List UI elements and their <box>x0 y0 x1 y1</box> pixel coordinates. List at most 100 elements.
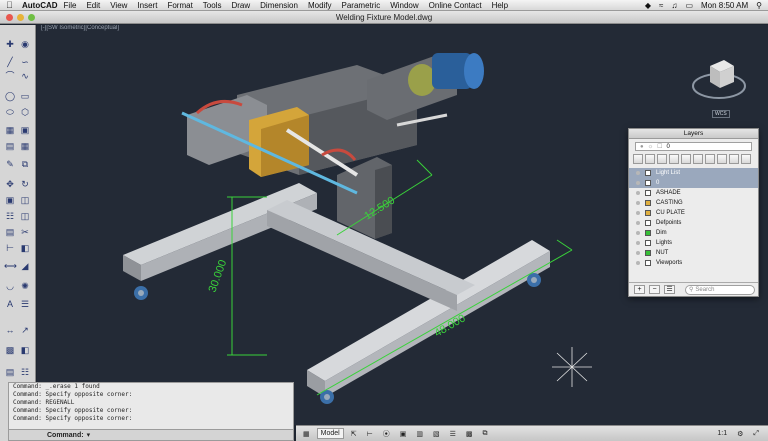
polyline-icon[interactable]: ∽ <box>19 57 31 68</box>
line-icon[interactable]: ╱ <box>4 57 16 68</box>
layer-on-icon[interactable] <box>636 251 640 255</box>
properties-icon[interactable]: ☷ <box>19 367 31 378</box>
chevron-down-icon[interactable]: ▾ <box>87 431 91 439</box>
menu-edit[interactable]: Edit <box>86 1 100 10</box>
fillet-icon[interactable]: ◡ <box>4 281 16 292</box>
layer-options-button[interactable]: ☰ <box>664 285 675 294</box>
ellipse-icon[interactable]: ⬭ <box>4 107 16 118</box>
otrack-icon[interactable]: ▥ <box>413 429 426 439</box>
explode-icon[interactable]: ✺ <box>19 281 31 292</box>
layer-row[interactable]: Lights <box>629 238 758 248</box>
leader-icon[interactable]: ↗ <box>19 325 31 336</box>
dropbox-icon[interactable]: ◆ <box>645 1 651 10</box>
menu-dimension[interactable]: Dimension <box>260 1 298 10</box>
layer-color-swatch[interactable] <box>645 250 651 256</box>
layer-on-icon[interactable] <box>636 171 640 175</box>
move-tool-icon[interactable]: ✥ <box>4 179 16 190</box>
lineweight-icon[interactable]: ☰ <box>447 429 459 439</box>
unisolate-icon[interactable] <box>693 154 703 164</box>
annotation-scale[interactable]: 1:1 <box>714 429 730 438</box>
layer-on-icon[interactable] <box>636 241 640 245</box>
layer-on-icon[interactable] <box>636 231 640 235</box>
remove-layer-button[interactable]: − <box>649 285 660 294</box>
mtext-icon[interactable]: ☰ <box>19 299 31 310</box>
break-icon[interactable]: ◧ <box>19 243 31 254</box>
hatch-icon[interactable]: ▦ <box>4 125 16 136</box>
unlock-icon[interactable] <box>741 154 751 164</box>
thaw-icon[interactable] <box>717 154 727 164</box>
add-layer-button[interactable]: + <box>634 285 645 294</box>
grid-icon[interactable]: ▦ <box>300 429 313 439</box>
osnap-icon[interactable]: ▣ <box>397 429 410 439</box>
layer-color-swatch[interactable] <box>645 200 651 206</box>
menu-insert[interactable]: Insert <box>137 1 157 10</box>
erase-icon[interactable]: ✎ <box>4 159 16 170</box>
array-icon[interactable]: ☷ <box>4 211 16 222</box>
rectangle-icon[interactable]: ▭ <box>19 91 31 102</box>
layer-state-icon[interactable] <box>669 154 679 164</box>
extend-icon[interactable]: ⊢ <box>4 243 16 254</box>
set-current-icon[interactable] <box>657 154 667 164</box>
arc-icon[interactable]: ⌒ <box>4 71 16 82</box>
wifi-icon[interactable]: ≈ <box>659 1 663 10</box>
layers-icon[interactable]: ▤ <box>4 367 16 378</box>
scale-icon[interactable]: ▣ <box>4 195 16 206</box>
menu-view[interactable]: View <box>110 1 127 10</box>
copy-icon[interactable]: ⧉ <box>19 159 31 170</box>
layer-search-field[interactable]: ⚲ Search <box>685 284 755 295</box>
layer-row[interactable]: CU PLATE <box>629 208 758 218</box>
apple-icon[interactable]:  <box>6 0 18 10</box>
trim-icon[interactable]: ✂ <box>19 227 31 238</box>
lock-icon[interactable] <box>729 154 739 164</box>
spotlight-icon[interactable]: ⚲ <box>756 1 762 10</box>
insert-block-icon[interactable]: ◧ <box>19 345 31 356</box>
spline-icon[interactable]: ∿ <box>19 71 31 82</box>
workspace-icon[interactable]: ⚙ <box>734 429 746 439</box>
layer-on-icon[interactable] <box>636 221 640 225</box>
menu-help[interactable]: Help <box>492 1 508 10</box>
offset-icon[interactable]: ◫ <box>19 211 31 222</box>
new-layer-icon[interactable] <box>633 154 643 164</box>
command-input[interactable]: Command: ▾ <box>9 429 293 440</box>
layer-row[interactable]: Viewports <box>629 258 758 268</box>
clock[interactable]: Mon 8:50 AM <box>701 1 748 10</box>
circle-icon[interactable]: ◯ <box>4 91 16 102</box>
menu-format[interactable]: Format <box>167 1 192 10</box>
model-tab[interactable]: Model <box>316 428 344 439</box>
battery-icon[interactable]: ▭ <box>685 1 693 10</box>
ortho-icon[interactable]: ⊢ <box>364 429 376 439</box>
block-icon[interactable]: ▩ <box>4 345 16 356</box>
move-icon[interactable]: ✚ <box>4 39 16 50</box>
layer-row[interactable]: Light List <box>629 168 758 178</box>
selection-cycling-icon[interactable]: ⧉ <box>479 429 490 439</box>
menu-modify[interactable]: Modify <box>308 1 332 10</box>
layer-row[interactable]: Dim <box>629 228 758 238</box>
layer-color-swatch[interactable] <box>645 230 651 236</box>
menu-file[interactable]: File <box>64 1 77 10</box>
stretch-icon[interactable]: ▤ <box>4 227 16 238</box>
menu-online-contact[interactable]: Online Contact <box>429 1 482 10</box>
layer-on-icon[interactable] <box>636 181 640 185</box>
mirror-icon[interactable]: ◫ <box>19 195 31 206</box>
fullscreen-icon[interactable]: ⤢ <box>750 429 762 439</box>
menu-tools[interactable]: Tools <box>203 1 222 10</box>
volume-icon[interactable]: ♫ <box>671 1 677 10</box>
view-cube[interactable] <box>690 48 748 108</box>
select-icon[interactable]: ◉ <box>19 39 31 50</box>
transparency-icon[interactable]: ▩ <box>463 429 476 439</box>
menu-parametric[interactable]: Parametric <box>342 1 381 10</box>
isolate-icon[interactable] <box>681 154 691 164</box>
delete-layer-icon[interactable] <box>645 154 655 164</box>
layer-color-swatch[interactable] <box>645 210 651 216</box>
wcs-label[interactable]: WCS <box>712 110 730 118</box>
rotate-icon[interactable]: ↻ <box>19 179 31 190</box>
freeze-icon[interactable] <box>705 154 715 164</box>
snap-icon[interactable]: ⇱ <box>348 429 360 439</box>
gradient-icon[interactable]: ▤ <box>4 141 16 152</box>
dimension-icon[interactable]: ↔ <box>4 325 16 336</box>
layer-color-swatch[interactable] <box>645 190 651 196</box>
current-layer-dropdown[interactable]: ● ☼ ☐ 0 <box>635 142 752 151</box>
polygon-icon[interactable]: ⬡ <box>19 107 31 118</box>
layer-color-swatch[interactable] <box>645 260 651 266</box>
table-icon[interactable]: ▦ <box>19 141 31 152</box>
